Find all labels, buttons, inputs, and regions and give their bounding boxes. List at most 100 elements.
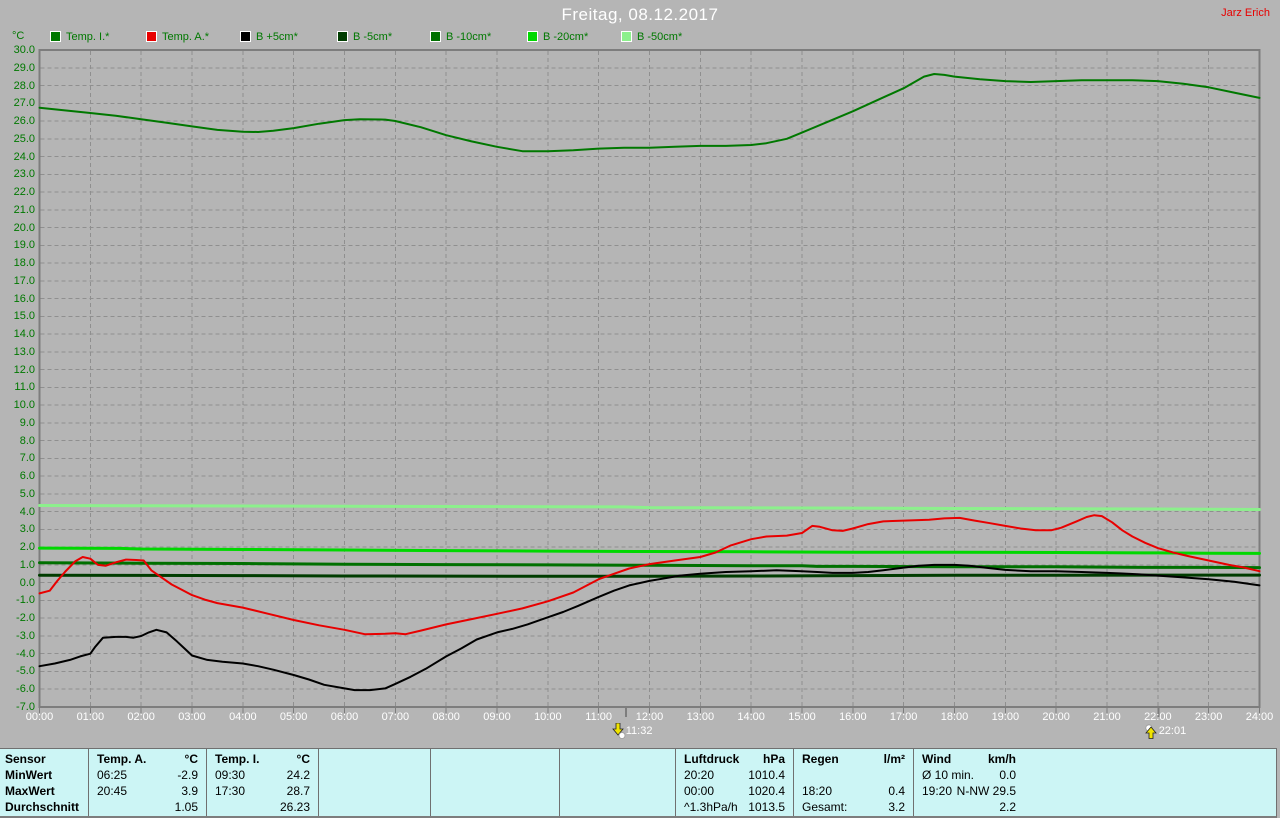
y-axis-tick-label: 2.0: [0, 541, 35, 553]
table-cell-time: Ø 10 min.: [914, 767, 974, 783]
table-value-row: [794, 767, 913, 783]
table-column-header: Luftdruck hPa: [676, 751, 793, 767]
table-value-row: [560, 767, 675, 783]
table-cell-value: 26.23: [280, 799, 318, 815]
y-axis-tick-label: -1.0: [0, 594, 35, 606]
x-axis-tick-label: 00:00: [16, 711, 64, 723]
table-header-unit: [422, 751, 430, 767]
table-cell-value: 0.4: [888, 783, 913, 799]
table-column: Luftdruck hPa20:201010.400:001020.4^1.3hP…: [675, 749, 793, 816]
table-cell-time: 09:30: [207, 767, 245, 783]
table-cell-value: [551, 799, 559, 815]
table-cell-time: [794, 767, 802, 783]
y-axis-tick-label: 16.0: [0, 293, 35, 305]
table-header-unit: °C: [297, 751, 318, 767]
table-column: [318, 749, 430, 816]
table-cell-value: 1.05: [175, 799, 206, 815]
y-axis-tick-label: 3.0: [0, 523, 35, 535]
table-value-row: 20:453.9: [89, 783, 206, 799]
x-axis-tick-label: 07:00: [371, 711, 419, 723]
y-axis-tick-label: 27.0: [0, 97, 35, 109]
table-cell-value: 24.2: [287, 767, 318, 783]
table-column: Windkm/hØ 10 min.0.019:20N-NW 29.52.2: [913, 749, 1276, 816]
x-axis-tick-label: 05:00: [270, 711, 318, 723]
table-value-row: 00:001020.4: [676, 783, 793, 799]
table-value-row: 19:20N-NW 29.5: [914, 783, 1024, 799]
x-axis-tick-label: 01:00: [66, 711, 114, 723]
y-axis-tick-label: 5.0: [0, 488, 35, 500]
x-axis-tick-label: 15:00: [778, 711, 826, 723]
x-axis-tick-label: 11:00: [575, 711, 623, 723]
table-cell-value: [905, 767, 913, 783]
y-axis-tick-label: 0.0: [0, 577, 35, 589]
table-cell-time: [431, 783, 439, 799]
x-axis-tick-label: 03:00: [168, 711, 216, 723]
table-cell-time: [207, 799, 215, 815]
table-cell-value: 28.7: [287, 783, 318, 799]
y-axis-tick-label: 29.0: [0, 62, 35, 74]
table-header-name: [319, 751, 327, 767]
table-value-row: Gesamt:3.2: [794, 799, 913, 815]
y-axis-tick-label: 1.0: [0, 559, 35, 571]
y-axis-tick-label: 17.0: [0, 275, 35, 287]
summary-table: SensorMinWertMaxWertDurchschnittTemp. A.…: [0, 748, 1277, 818]
table-column-header: Regenl/m²: [794, 751, 913, 767]
x-axis-tick-label: 04:00: [219, 711, 267, 723]
x-axis-tick-label: 22:00: [1134, 711, 1182, 723]
table-header-name: Luftdruck: [676, 751, 739, 767]
table-cell-value: [551, 767, 559, 783]
y-axis-tick-label: -2.0: [0, 612, 35, 624]
table-value-row: [319, 767, 430, 783]
table-header-unit: km/h: [988, 751, 1024, 767]
table-column-header: Temp. A.°C: [89, 751, 206, 767]
table-column: Temp. A.°C06:25-2.920:453.91.05: [88, 749, 206, 816]
table-cell-time: [319, 799, 327, 815]
table-cell-time: 20:45: [89, 783, 127, 799]
table-value-row: 20:201010.4: [676, 767, 793, 783]
table-cell-time: 20:20: [676, 767, 714, 783]
y-axis-tick-label: -6.0: [0, 683, 35, 695]
time-marker-label: 11:32: [626, 723, 653, 739]
table-column-header: [560, 751, 675, 767]
table-cell-time: 19:20: [914, 783, 952, 799]
y-axis-tick-label: 20.0: [0, 222, 35, 234]
table-header-name: Regen: [794, 751, 839, 767]
table-cell-value: [422, 767, 430, 783]
table-column: [559, 749, 675, 816]
table-cell-value: [422, 783, 430, 799]
table-value-row: [319, 783, 430, 799]
y-axis-tick-label: 19.0: [0, 239, 35, 251]
series-b-50cm: [40, 506, 1260, 510]
table-column: Regenl/m²18:200.4Gesamt:3.2: [793, 749, 913, 816]
table-row-labels: SensorMinWertMaxWertDurchschnitt: [0, 749, 88, 818]
table-column-header: [431, 751, 559, 767]
x-axis-tick-label: 21:00: [1083, 711, 1131, 723]
table-value-row: Ø 10 min. 0.0: [914, 767, 1024, 783]
table-header-name: [560, 751, 568, 767]
y-axis-tick-label: 18.0: [0, 257, 35, 269]
y-axis-tick-label: -5.0: [0, 665, 35, 677]
y-axis-tick-label: -4.0: [0, 648, 35, 660]
table-cell-value: [422, 799, 430, 815]
chart-plot: [0, 0, 1280, 748]
y-axis-tick-label: 12.0: [0, 364, 35, 376]
y-axis-tick-label: -3.0: [0, 630, 35, 642]
table-value-row: 06:25-2.9: [89, 767, 206, 783]
table-cell-value: 1013.5: [748, 799, 793, 815]
x-axis-tick-label: 12:00: [626, 711, 674, 723]
table-header-name: Temp. A.: [89, 751, 146, 767]
table-cell-value: [667, 783, 675, 799]
x-axis-tick-label: 09:00: [473, 711, 521, 723]
y-axis-tick-label: 9.0: [0, 417, 35, 429]
table-cell-time: [560, 799, 568, 815]
table-header-unit: [551, 751, 559, 767]
x-axis-tick-label: 23:00: [1185, 711, 1233, 723]
table-cell-time: [319, 767, 327, 783]
table-header-unit: hPa: [763, 751, 793, 767]
table-value-row: 26.23: [207, 799, 318, 815]
table-column: [430, 749, 559, 816]
table-row-label: MaxWert: [0, 783, 88, 799]
table-cell-value: 0.0: [999, 767, 1024, 783]
x-axis-tick-label: 13:00: [676, 711, 724, 723]
table-cell-time: ^1.3hPa/h: [676, 799, 738, 815]
